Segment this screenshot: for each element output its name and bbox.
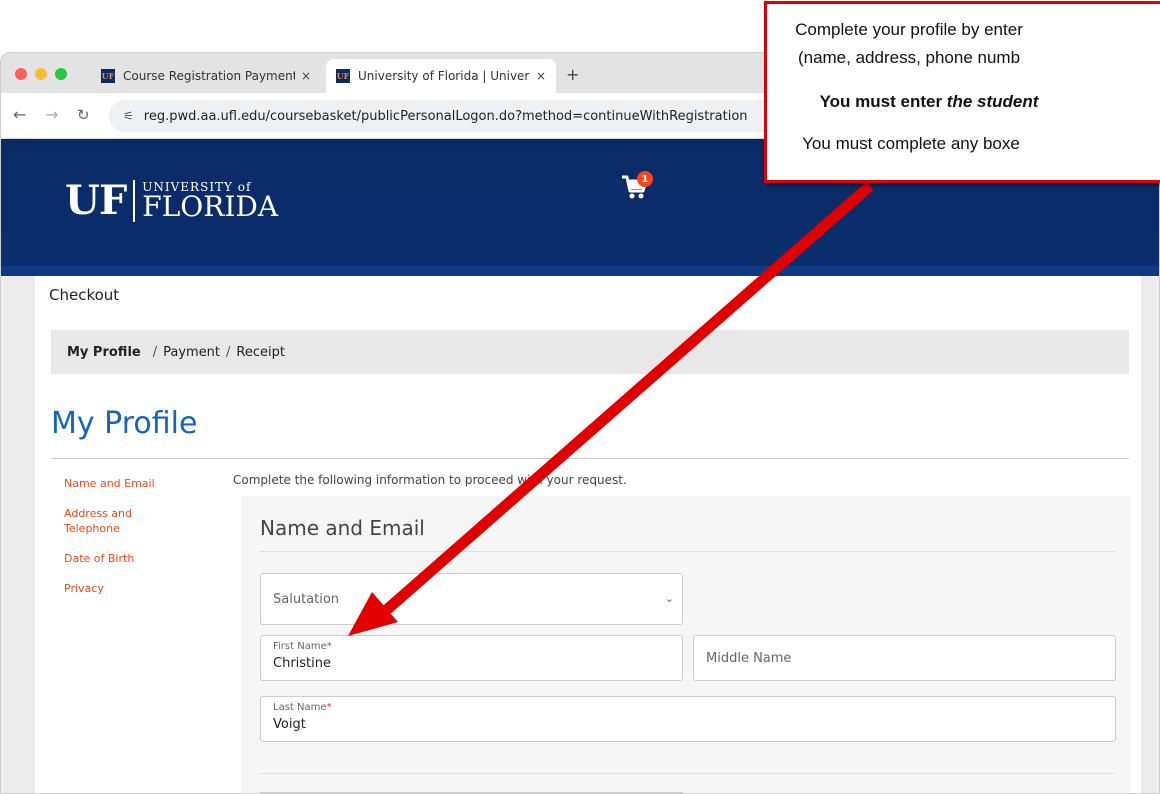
checkout-heading: Checkout — [49, 286, 120, 304]
first-name-field[interactable]: First Name* Christine — [260, 635, 683, 681]
last-name-label-text: Last Name — [273, 702, 327, 713]
intro-text: Complete the following information to pr… — [233, 473, 627, 487]
breadcrumb-separator: / — [226, 344, 231, 360]
callout-line-3-emphasis: the student — [946, 92, 1039, 111]
logo-divider — [133, 179, 136, 222]
breadcrumb: My Profile / Payment / Receipt — [51, 330, 1129, 374]
callout-line-4: You must complete any boxe — [802, 134, 1020, 153]
logo-florida-text: FLORIDA — [142, 189, 279, 223]
last-name-label: Last Name* — [273, 702, 332, 713]
web-page: UF UNIVERSITY of FLORIDA 1 Checkout My P… — [1, 139, 1159, 793]
callout-line-3: You must enter the student — [729, 92, 1129, 112]
sidenav-item-date-of-birth[interactable]: Date of Birth — [64, 552, 224, 566]
first-name-label-text: First Name — [273, 641, 327, 652]
section-divider — [260, 551, 1115, 552]
last-name-value: Voigt — [273, 717, 306, 732]
minimize-window-button[interactable] — [35, 68, 47, 80]
breadcrumb-separator: / — [152, 344, 158, 360]
reload-icon[interactable]: ↻ — [77, 106, 90, 124]
header-stripe — [1, 266, 1159, 276]
profile-form: Name and Email Salutation ⌄ First Name* … — [241, 496, 1131, 793]
url-text: reg.pwd.aa.ufl.edu/coursebasket/publicPe… — [143, 108, 748, 124]
section-heading: Name and Email — [260, 516, 425, 540]
sidenav-item-address-telephone[interactable]: Address and Telephone — [64, 507, 144, 536]
middle-name-field[interactable]: Middle Name — [693, 635, 1116, 681]
callout-line-3-lead: You must enter — [819, 92, 947, 111]
last-name-field[interactable]: Last Name* Voigt — [260, 696, 1116, 742]
first-name-label: First Name* — [273, 641, 332, 652]
callout-line-2: (name, address, phone numb — [797, 48, 1021, 67]
callout-line-1: Complete your profile by enter — [795, 20, 1023, 39]
tab-close-icon[interactable]: × — [301, 69, 311, 83]
tab-course-registration[interactable]: UF Course Registration Payment × — [91, 59, 321, 93]
profile-sidenav: Name and Email Address and Telephone Dat… — [64, 477, 224, 612]
breadcrumb-payment: Payment — [163, 344, 221, 360]
checkout-card: Checkout My Profile / Payment / Receipt … — [35, 276, 1141, 793]
sidenav-item-name-email[interactable]: Name and Email — [64, 477, 224, 491]
sidenav-item-privacy[interactable]: Privacy — [64, 582, 224, 596]
shopping-cart-icon[interactable]: 1 — [621, 171, 653, 205]
uf-favicon-icon: UF — [101, 69, 115, 83]
middle-name-placeholder: Middle Name — [706, 651, 792, 666]
required-asterisk: * — [326, 702, 332, 713]
breadcrumb-receipt: Receipt — [236, 344, 285, 360]
chevron-down-icon: ⌄ — [664, 592, 674, 605]
salutation-select[interactable]: Salutation ⌄ — [260, 573, 683, 625]
zoom-window-button[interactable] — [55, 68, 67, 80]
new-tab-button[interactable]: + — [566, 65, 579, 84]
title-divider — [51, 458, 1129, 459]
tab-title: University of Florida | Univers — [358, 69, 530, 83]
screenshot-stage: UF Course Registration Payment × UF Univ… — [0, 0, 1160, 794]
salutation-placeholder: Salutation — [273, 592, 340, 607]
page-title: My Profile — [51, 406, 198, 441]
uf-logo[interactable]: UF UNIVERSITY of FLORIDA — [65, 177, 278, 224]
site-info-icon[interactable]: ⚟ — [123, 109, 134, 123]
tab-title: Course Registration Payment — [123, 69, 295, 83]
required-asterisk: * — [326, 641, 332, 652]
instruction-callout: Complete your profile by enter (name, ad… — [764, 1, 1160, 183]
close-window-button[interactable] — [15, 68, 27, 80]
first-name-value: Christine — [273, 656, 331, 671]
back-arrow-icon[interactable]: ← — [13, 105, 26, 124]
uf-favicon-icon: UF — [336, 69, 350, 83]
tab-university-of-florida[interactable]: UF University of Florida | Univers × — [326, 59, 556, 93]
forward-arrow-icon[interactable]: → — [45, 105, 58, 124]
section-divider-bottom — [260, 773, 1115, 774]
cart-count-badge: 1 — [637, 171, 653, 187]
breadcrumb-my-profile: My Profile — [67, 344, 141, 360]
tab-close-icon[interactable]: × — [536, 69, 546, 83]
logo-wordmark: UNIVERSITY of FLORIDA — [142, 181, 278, 221]
logo-uf-letters: UF — [65, 177, 127, 224]
